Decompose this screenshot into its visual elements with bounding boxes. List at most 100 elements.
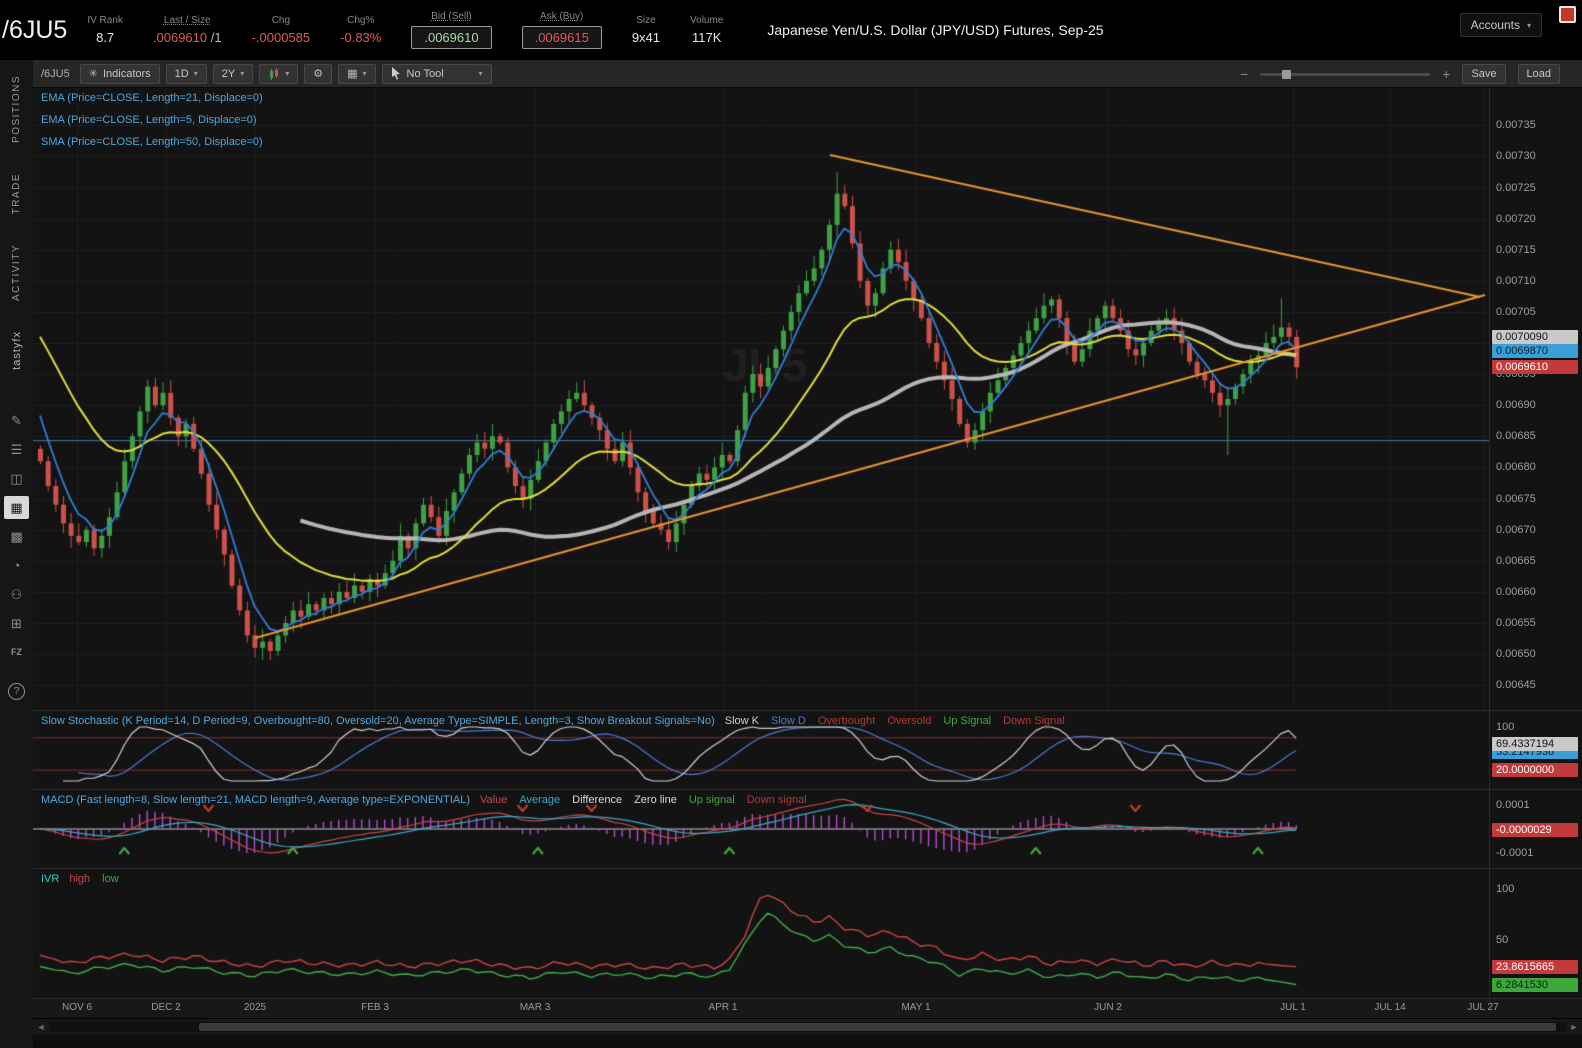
drawing-tool-dropdown[interactable]: No Tool ▾ <box>382 64 492 84</box>
axis-tick-label: 0.00710 <box>1496 274 1536 288</box>
ask-button[interactable]: .0069615 <box>522 26 602 49</box>
last-size-field: Last / Size .0069610 /1 <box>153 15 222 45</box>
time-axis-label: JUN 2 <box>1094 1002 1122 1013</box>
chevron-down-icon: ▾ <box>285 69 289 78</box>
grid-icon[interactable]: ▩ <box>4 525 29 548</box>
stochastic-canvas[interactable] <box>33 711 1490 789</box>
axis-tick-label: 0.00655 <box>1496 616 1536 630</box>
accounts-dropdown[interactable]: Accounts ▾ <box>1460 13 1542 37</box>
ask-label: Ask (Buy) <box>540 11 583 22</box>
stochastic-panel: 10053.214793669.433719420.0000000 Slow S… <box>33 710 1582 789</box>
history-icon[interactable]: ◔ <box>4 554 29 577</box>
axis-tick-label: 0.00725 <box>1496 181 1536 195</box>
chg-pct-value: -0.83% <box>340 30 381 45</box>
zoom-in-button[interactable]: + <box>1442 66 1450 82</box>
chart-icon[interactable]: ▦ <box>4 496 29 519</box>
zoom-out-button[interactable]: − <box>1240 66 1248 82</box>
ivr-axis[interactable]: 1005023.86156656.2841530 <box>1489 869 1582 998</box>
range-dropdown[interactable]: 2Y ▾ <box>213 64 253 84</box>
price-label-box: 0.0070090 <box>1492 330 1578 344</box>
iv-rank-label: IV Rank <box>87 15 123 26</box>
activity-tab[interactable]: ACTIVITY <box>11 229 22 316</box>
ask-field: Ask (Buy) .0069615 <box>522 11 602 49</box>
indicators-button[interactable]: ✳ Indicators <box>80 64 160 84</box>
axis-tick-label: 0.00680 <box>1496 460 1536 474</box>
scrollbar-track[interactable] <box>49 1022 1566 1032</box>
help-icon[interactable]: ? <box>8 683 25 700</box>
axis-tick-label: 0.00650 <box>1496 647 1536 661</box>
layout-dropdown[interactable]: ▦ ▾ <box>338 64 375 84</box>
trade-tab[interactable]: TRADE <box>11 158 22 229</box>
axis-tick-label: 0.00715 <box>1496 243 1536 257</box>
axis-tick-label: 0.00685 <box>1496 429 1536 443</box>
quote-header: /6JU5 IV Rank 8.7 Last / Size .0069610 /… <box>0 0 1582 60</box>
ivr-panel: 1005023.86156656.2841530 IVRhighlow <box>33 868 1582 998</box>
bid-button[interactable]: .0069610 <box>411 26 491 49</box>
macd-axis[interactable]: 0.0001 -0.0001 -0.0000029 <box>1489 790 1582 868</box>
cursor-icon <box>391 67 401 80</box>
axis-tick-label: 50 <box>1496 933 1508 947</box>
positions-tab[interactable]: POSITIONS <box>11 60 22 158</box>
price-label-box: -0.0000029 <box>1492 823 1578 837</box>
volume-label: Volume <box>690 15 723 26</box>
bottom-filler <box>33 1035 1582 1048</box>
settings-button[interactable]: ⚙ <box>304 64 332 84</box>
macd-panel: 0.0001-0.0001-0.0000029 MACD (Fast lengt… <box>33 789 1582 868</box>
time-axis-label: MAR 3 <box>520 1002 551 1013</box>
time-axis-label: NOV 6 <box>62 1002 92 1013</box>
fz-icon[interactable]: FZ <box>4 641 29 664</box>
vault-icon[interactable]: ⊞ <box>4 612 29 635</box>
list-icon[interactable]: ☰ <box>4 438 29 461</box>
zoom-slider-thumb[interactable] <box>1282 70 1291 79</box>
time-axis[interactable]: NOV 6DEC 22025FEB 3MAR 3APR 1MAY 1JUN 2J… <box>33 998 1582 1018</box>
price-label-box: 20.0000000 <box>1492 763 1578 777</box>
axis-tick-label: 0.00670 <box>1496 523 1536 537</box>
notes-icon[interactable]: ✎ <box>4 409 29 432</box>
last-size-label: Last / Size <box>164 15 211 26</box>
macd-canvas[interactable] <box>33 790 1490 868</box>
time-axis-label: JUL 14 <box>1374 1002 1405 1013</box>
notification-icon[interactable] <box>1559 6 1576 23</box>
price-panel: 0.006450.006500.006550.006600.006650.006… <box>33 88 1582 710</box>
axis-tick-label: 0.00720 <box>1496 212 1536 226</box>
ivr-canvas[interactable] <box>33 869 1490 998</box>
size-field: Size 9x41 <box>632 15 660 45</box>
size-label: Size <box>636 15 655 26</box>
stochastic-axis[interactable]: 10053.214793669.433719420.0000000 <box>1489 711 1582 789</box>
axis-tick-label: 0.00730 <box>1496 149 1536 163</box>
price-chart-canvas[interactable] <box>33 88 1490 710</box>
chevron-down-icon: ▾ <box>363 69 367 78</box>
scrollbar-thumb[interactable] <box>199 1023 1556 1031</box>
timeframe-dropdown[interactable]: 1D ▾ <box>166 64 207 84</box>
axis-tick-label: -0.0001 <box>1496 846 1533 860</box>
axis-tick-label: 0.0001 <box>1496 798 1530 812</box>
last-value: .0069610 <box>153 30 207 45</box>
gear-icon: ⚙ <box>313 67 323 80</box>
app-root: /6JU5 IV Rank 8.7 Last / Size .0069610 /… <box>0 0 1582 1048</box>
chg-pct-label: Chg% <box>347 15 374 26</box>
iv-rank-value: 8.7 <box>96 30 114 45</box>
tastyfx-tab[interactable]: tastyfx <box>11 316 23 392</box>
community-icon[interactable]: ⚇ <box>4 583 29 606</box>
horizontal-scrollbar[interactable]: ◄ ► <box>33 1018 1582 1035</box>
save-button[interactable]: Save <box>1462 64 1505 84</box>
axis-tick-label: 0.00675 <box>1496 492 1536 506</box>
chart-type-dropdown[interactable]: ▾ <box>259 64 298 84</box>
axis-tick-label: 100 <box>1496 720 1514 734</box>
chevron-down-icon: ▾ <box>479 69 483 78</box>
orders-icon[interactable]: ◫ <box>4 467 29 490</box>
scroll-right-arrow[interactable]: ► <box>1566 1022 1582 1032</box>
price-axis[interactable]: 0.006450.006500.006550.006600.006650.006… <box>1489 88 1582 710</box>
axis-tick-label: 0.00735 <box>1496 118 1536 132</box>
chevron-down-icon: ▾ <box>194 69 198 78</box>
zoom-slider[interactable] <box>1260 67 1430 81</box>
workspace: POSITIONSTRADEACTIVITYtastyfx ✎ ☰ ◫ ▦ ▩ ◔ ⚇ ⊞ FZ… <box>0 60 1582 1048</box>
contract-title: Japanese Yen/U.S. Dollar (JPY/USD) Futur… <box>767 22 1103 38</box>
axis-tick-label: 0.00665 <box>1496 554 1536 568</box>
axis-tick-label: 0.00705 <box>1496 305 1536 319</box>
axis-tick-label: 0.00660 <box>1496 585 1536 599</box>
load-button[interactable]: Load <box>1518 64 1560 84</box>
chart-module: /6JU5 ✳ Indicators 1D ▾ 2Y ▾ ▾ <box>33 60 1582 1048</box>
scroll-left-arrow[interactable]: ◄ <box>33 1022 49 1032</box>
chart-toolbar: /6JU5 ✳ Indicators 1D ▾ 2Y ▾ ▾ <box>33 60 1582 88</box>
